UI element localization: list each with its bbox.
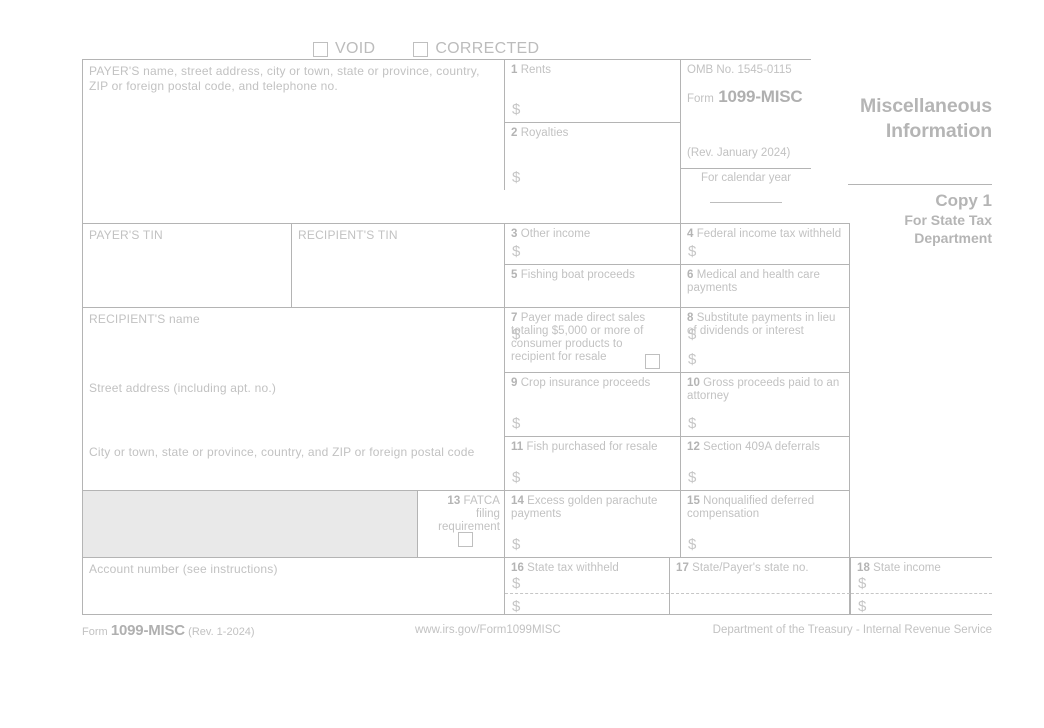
box-11-fish-purchased-resale[interactable]: 11 Fish purchased for resale $ <box>504 436 680 490</box>
footer-form-word: Form <box>82 626 108 638</box>
omb-block: OMB No. 1545-0115 Form 1099-MISC <box>680 59 811 143</box>
calendar-year-rule <box>710 202 782 203</box>
box-10-label: 10 Gross proceeds paid to an attorney <box>687 377 840 402</box>
box-10-gross-proceeds-attorney[interactable]: 10 Gross proceeds paid to an attorney $ <box>680 372 850 436</box>
box-18-label: 18 State income <box>857 562 941 574</box>
void-checkbox[interactable] <box>313 41 328 57</box>
void-checkbox-group[interactable]: VOID <box>313 41 375 57</box>
account-number-label: Account number (see instructions) <box>89 562 278 576</box>
footer-form-designation: Form 1099-MISC (Rev. 1-2024) <box>82 622 255 639</box>
box-10-currency: $ <box>688 415 697 432</box>
box-14-label: 14 Excess golden parachute payments <box>511 495 658 520</box>
footer-url[interactable]: www.irs.gov/Form1099MISC <box>415 624 561 636</box>
box-14-currency: $ <box>512 536 521 553</box>
box-13-checkbox[interactable] <box>458 532 473 547</box>
recipient-name-field[interactable]: RECIPIENT'S name <box>82 307 504 372</box>
box-16-currency-row1: $ <box>512 575 521 592</box>
box-17-label: 17 State/Payer's state no. <box>676 562 809 574</box>
form-word: Form <box>687 93 714 105</box>
box-4-currency: $ <box>688 243 697 260</box>
box-16-currency-row2: $ <box>512 598 521 615</box>
calendar-year-field[interactable]: For calendar year <box>680 168 811 223</box>
shaded-blank-area <box>82 490 417 557</box>
form-revision-label: (Rev. January 2024) <box>687 147 791 159</box>
footer-form-revision: (Rev. 1-2024) <box>188 626 255 638</box>
box-9-crop-insurance-proceeds[interactable]: 9 Crop insurance proceeds $ <box>504 372 680 436</box>
recipient-city-label: City or town, state or province, country… <box>89 445 475 459</box>
recipient-street-address-field[interactable]: Street address (including apt. no.) <box>82 372 504 436</box>
box-2-royalties[interactable]: 2 Royalties $ <box>504 122 680 190</box>
box-16-label: 16 State tax withheld <box>511 562 619 574</box>
box-1-currency: $ <box>512 101 521 118</box>
box-15-label: 15 Nonqualified deferred compensation <box>687 495 815 520</box>
form-revision: (Rev. January 2024) <box>680 143 811 168</box>
box-16-state-tax-withheld[interactable]: 16 State tax withheld $ $ <box>504 557 669 615</box>
box-9-label: 9 Crop insurance proceeds <box>511 377 651 389</box>
box-15-currency: $ <box>688 536 697 553</box>
void-label: VOID <box>335 40 376 57</box>
box-18-currency-row1: $ <box>858 575 867 592</box>
box-11-currency: $ <box>512 469 521 486</box>
box-6-label: 6 Medical and health care payments <box>687 269 820 294</box>
recipient-city-field[interactable]: City or town, state or province, country… <box>82 436 504 490</box>
payer-tin-field[interactable]: PAYER'S TIN <box>82 223 291 307</box>
form-footer: Form 1099-MISC (Rev. 1-2024) www.irs.gov… <box>82 622 992 639</box>
payer-name-address-field[interactable]: PAYER'S name, street address, city or to… <box>82 59 504 223</box>
corrected-checkbox-group[interactable]: CORRECTED <box>413 41 539 57</box>
box-8-substitute-payments[interactable]: 8 Substitute payments in lieu of dividen… <box>680 307 850 372</box>
box-4-label: 4 Federal income tax withheld <box>687 228 842 240</box>
box-12-currency: $ <box>688 469 697 486</box>
omb-number: OMB No. 1545-0115 <box>687 64 792 76</box>
box-2-currency: $ <box>512 169 521 186</box>
box-3-label: 3 Other income <box>511 228 591 240</box>
box-15-nonqualified-deferred-compensation[interactable]: 15 Nonqualified deferred compensation $ <box>680 490 850 557</box>
form-grid: PAYER'S name, street address, city or to… <box>82 59 850 615</box>
box-13-label: 13 FATCA filing requirement <box>438 495 500 533</box>
box-12-label: 12 Section 409A deferrals <box>687 441 820 453</box>
box-2-label: 2 Royalties <box>511 127 569 139</box>
corrected-label: CORRECTED <box>435 40 540 57</box>
box-18-currency-row2: $ <box>858 598 867 615</box>
box-17-state-payers-state-no[interactable]: 17 State/Payer's state no. <box>669 557 850 615</box>
box-8-currency: $ <box>688 351 697 368</box>
payer-name-address-label: PAYER'S name, street address, city or to… <box>89 64 480 93</box>
corrected-checkbox[interactable] <box>413 41 429 57</box>
account-number-field[interactable]: Account number (see instructions) <box>82 557 504 615</box>
box-9-currency: $ <box>512 415 521 432</box>
footer-form-number: 1099-MISC <box>110 622 185 639</box>
box-14-excess-golden-parachute[interactable]: 14 Excess golden parachute payments $ <box>504 490 680 557</box>
form-number: 1099-MISC <box>718 87 803 106</box>
box-3-other-income[interactable]: 3 Other income $ <box>504 223 680 264</box>
recipient-name-label: RECIPIENT'S name <box>89 312 200 326</box>
box-5-label: 5 Fishing boat proceeds <box>511 269 635 281</box>
box-8-label: 8 Substitute payments in lieu of dividen… <box>687 312 836 337</box>
state-row-divider-left <box>505 593 850 594</box>
box-3-currency: $ <box>512 243 521 260</box>
footer-agency: Department of the Treasury - Internal Re… <box>712 624 992 636</box>
box-11-label: 11 Fish purchased for resale <box>511 441 658 453</box>
box-13-fatca-filing-requirement[interactable]: 13 FATCA filing requirement <box>417 490 504 557</box>
recipient-street-label: Street address (including apt. no.) <box>89 381 277 395</box>
recipient-tin-field[interactable]: RECIPIENT'S TIN <box>291 223 504 307</box>
calendar-year-label: For calendar year <box>700 172 792 184</box>
recipient-tin-label: RECIPIENT'S TIN <box>298 228 398 242</box>
form-1099-misc: VOID CORRECTED Miscellaneous Information… <box>0 0 1044 728</box>
form-designation: Form 1099-MISC <box>687 87 806 107</box>
box-7-checkbox[interactable] <box>645 354 660 369</box>
box-7-direct-sales[interactable]: 7 Payer made direct sales totaling $5,00… <box>504 307 680 372</box>
payer-tin-label: PAYER'S TIN <box>89 228 163 242</box>
state-row-divider-right <box>851 593 992 594</box>
box-12-section-409a-deferrals[interactable]: 12 Section 409A deferrals $ <box>680 436 850 490</box>
box-1-rents[interactable]: 1 Rents $ <box>504 59 680 122</box>
void-corrected-row: VOID CORRECTED <box>313 39 539 59</box>
box-4-federal-income-tax-withheld[interactable]: 4 Federal income tax withheld $ <box>680 223 850 264</box>
box-18-state-income[interactable]: 18 State income $ $ <box>850 557 992 615</box>
box-1-label: 1 Rents <box>511 64 551 76</box>
